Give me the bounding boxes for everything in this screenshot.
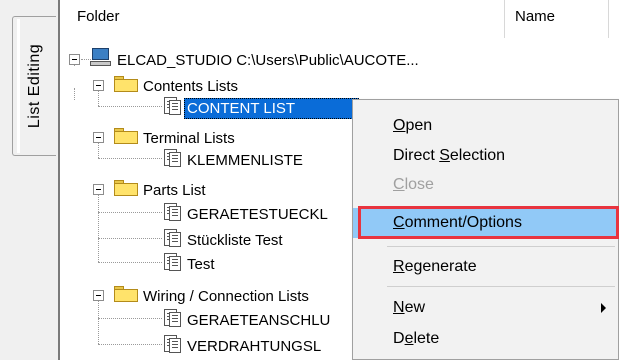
- menu-item-label: Regenerate: [393, 258, 477, 275]
- computer-icon: [90, 47, 112, 67]
- menu-item-label: Open: [393, 117, 433, 134]
- tree-item-terminal-lists[interactable]: Terminal Lists: [140, 126, 238, 150]
- list-document-icon: [162, 202, 182, 222]
- menu-item-delete[interactable]: Delete: [353, 324, 618, 354]
- collapse-toggle[interactable]: [93, 184, 104, 195]
- menu-separator: [387, 246, 615, 247]
- tree-item-label: KLEMMENLISTE: [187, 151, 303, 169]
- menu-item-direct-selection[interactable]: Direct Selection: [353, 141, 618, 171]
- column-divider-2[interactable]: [608, 0, 609, 38]
- folder-icon: [113, 179, 139, 197]
- folder-icon: [113, 127, 139, 145]
- tree-line: [98, 90, 99, 106]
- menu-item-new[interactable]: New: [353, 293, 618, 323]
- tree-item-test[interactable]: Test: [184, 252, 218, 276]
- tree-item-klemmenliste[interactable]: KLEMMENLISTE: [184, 148, 306, 172]
- list-editing-tab[interactable]: List Editing: [12, 16, 56, 156]
- tree-item-content-list[interactable]: CONTENT LIST: [184, 96, 360, 120]
- tree-item-label: Terminal Lists: [143, 129, 235, 147]
- menu-item-open[interactable]: Open: [353, 111, 618, 141]
- tree-line: [98, 212, 162, 213]
- column-divider[interactable]: [504, 0, 505, 38]
- menu-item-label: Direct Selection: [393, 147, 506, 164]
- tree-item-verdrahtungsl[interactable]: VERDRAHTUNGSL: [184, 334, 324, 358]
- folder-icon: [113, 285, 139, 303]
- collapse-toggle[interactable]: [93, 290, 104, 301]
- tree-line: [74, 88, 75, 100]
- menu-item-regenerate[interactable]: Regenerate: [353, 252, 618, 282]
- menu-separator: [387, 286, 615, 287]
- tree-item-label: GERAETESTUECKL: [187, 205, 328, 223]
- list-document-icon: [162, 308, 182, 328]
- folder-icon: [113, 75, 139, 93]
- tree-line: [98, 300, 99, 344]
- list-document-icon: [162, 96, 182, 116]
- tree-item-geraetestueckl[interactable]: GERAETESTUECKL: [184, 202, 331, 226]
- tree-item-label: ELCAD_STUDIO C:\Users\Public\AUCOTE...: [117, 51, 419, 69]
- menu-item-label: New: [393, 299, 426, 316]
- callout-highlight-box: [358, 206, 619, 239]
- tree-item-label: VERDRAHTUNGSL: [187, 337, 322, 355]
- tree-item-label: GERAETEANSCHLU: [187, 311, 331, 329]
- tree-item-wiring-lists[interactable]: Wiring / Connection Lists: [140, 284, 312, 308]
- tree-line: [98, 344, 162, 345]
- tree-item-contents-lists[interactable]: Contents Lists: [140, 74, 241, 98]
- tree-line: [98, 194, 99, 262]
- menu-item-close: Close: [353, 170, 618, 200]
- tree-line: [98, 158, 162, 159]
- column-header-folder[interactable]: Folder: [77, 8, 120, 25]
- tree-line: [98, 262, 162, 263]
- menu-item-label: Delete: [393, 330, 440, 347]
- collapse-toggle[interactable]: [69, 54, 80, 65]
- tree-line: [98, 318, 162, 319]
- collapse-toggle[interactable]: [93, 80, 104, 91]
- column-header-name[interactable]: Name: [515, 8, 555, 25]
- submenu-arrow-icon: [601, 303, 606, 313]
- collapse-toggle[interactable]: [93, 132, 104, 143]
- list-document-icon: [162, 148, 182, 168]
- tree-item-label: CONTENT LIST: [184, 97, 360, 119]
- tree-line: [98, 142, 99, 158]
- list-editing-tab-label: List Editing: [25, 43, 43, 129]
- tree-item-label: Contents Lists: [143, 77, 239, 95]
- tree-item-root[interactable]: ELCAD_STUDIO C:\Users\Public\AUCOTE...: [114, 48, 422, 72]
- tree-item-label: Wiring / Connection Lists: [143, 287, 309, 305]
- tree-item-label: Stückliste Test: [187, 231, 283, 249]
- side-tab-strip: List Editing: [0, 0, 58, 360]
- tree-line: [98, 238, 162, 239]
- tree-item-parts-list[interactable]: Parts List: [140, 178, 209, 202]
- tree-item-stueckliste-test[interactable]: Stückliste Test: [184, 228, 286, 252]
- list-document-icon: [162, 228, 182, 248]
- menu-item-label: Close: [393, 176, 434, 193]
- tree-item-label: Parts List: [143, 181, 206, 199]
- tree-item-geraeteanschlu[interactable]: GERAETEANSCHLU: [184, 308, 333, 332]
- list-document-icon: [162, 252, 182, 272]
- tree-header: Folder Name: [60, 0, 619, 38]
- tree-line: [98, 106, 162, 107]
- list-document-icon: [162, 334, 182, 354]
- tree-item-label: Test: [187, 255, 215, 273]
